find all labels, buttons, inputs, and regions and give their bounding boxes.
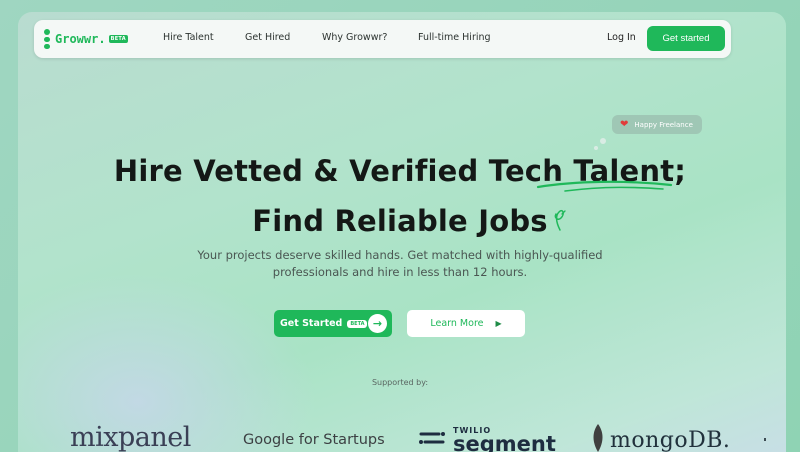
heart-icon: ❤	[620, 119, 629, 130]
hero-title-line1: Hire Vetted & Verified Tech Talent;	[113, 154, 687, 188]
get-started-nav-button[interactable]: Get started	[647, 26, 725, 51]
brand-logo[interactable]: Growwr. BETA	[44, 29, 128, 49]
supported-by-label: Supported by:	[371, 378, 429, 387]
play-icon: ▶	[495, 319, 502, 328]
mongodb-wordmark: mongoDB.	[610, 428, 731, 452]
badge-label: Happy Freelance	[634, 120, 693, 129]
segment-wordmark: segment	[453, 432, 556, 452]
learn-more-label: Learn More	[430, 318, 484, 329]
badge-bubble-small	[594, 146, 598, 150]
twilio-segment-logo: TWILIO segment	[417, 426, 556, 452]
title-underline-decoration	[536, 180, 673, 192]
sparkle-icon	[554, 209, 566, 231]
get-started-label: Get Started	[280, 318, 343, 329]
mongodb-logo: mongoDB.	[590, 424, 730, 452]
segment-logo-icon	[419, 432, 445, 444]
nav-link-hire-talent[interactable]: Hire Talent	[163, 32, 214, 43]
mongodb-leaf-icon	[593, 424, 603, 452]
happy-freelance-badge: ❤ Happy Freelance	[612, 115, 702, 134]
nav-link-full-time-hiring[interactable]: Full-time Hiring	[418, 32, 491, 43]
badge-bubble-large	[600, 138, 606, 144]
offscreen-logo-edge	[764, 438, 766, 441]
brand-beta-tag: BETA	[108, 35, 128, 43]
hero-subtitle-line2: professionals and hire in less than 12 h…	[272, 265, 528, 279]
hero-title-line2: Find Reliable Jobs	[252, 204, 548, 238]
hero-subtitle-line1: Your projects deserve skilled hands. Get…	[197, 248, 603, 262]
brand-name: Growwr.	[55, 32, 106, 46]
hero-subtitle: Your projects deserve skilled hands. Get…	[150, 247, 650, 281]
nav-link-why-growwr[interactable]: Why Growwr?	[322, 32, 387, 43]
learn-more-button[interactable]: Learn More ▶	[407, 310, 525, 337]
arrow-right-icon: →	[368, 314, 387, 333]
nav-link-get-hired[interactable]: Get Hired	[245, 32, 290, 43]
login-link[interactable]: Log In	[607, 32, 636, 43]
growwr-logo-icon	[44, 29, 51, 49]
get-started-button[interactable]: Get Started BETA →	[274, 310, 392, 337]
google-for-startups-logo: Google for Startups	[243, 432, 385, 448]
top-navbar: Growwr. BETA Hire Talent Get Hired Why G…	[34, 20, 731, 58]
mixpanel-logo: mixpanel	[70, 422, 191, 452]
get-started-beta-tag: BETA	[347, 319, 368, 328]
